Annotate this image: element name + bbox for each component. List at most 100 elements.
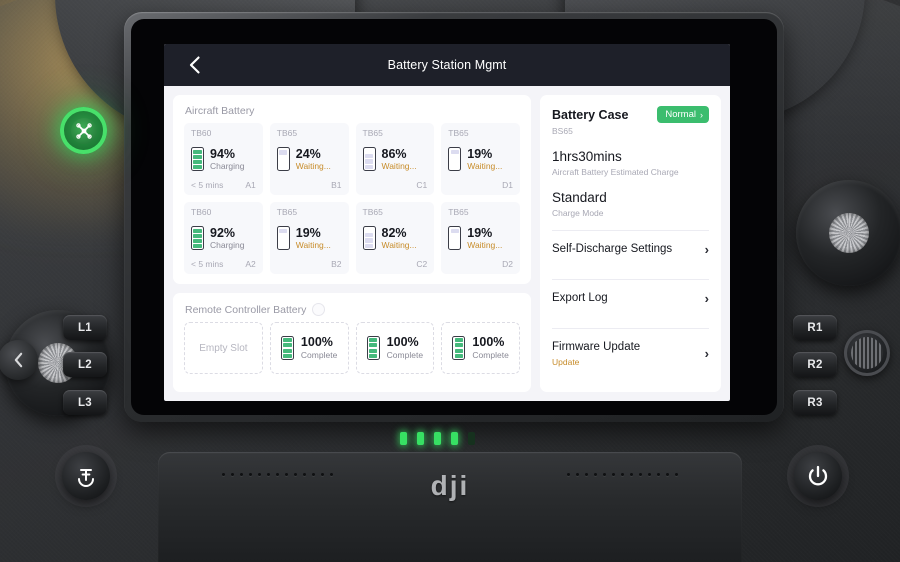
settings-row-label: Export Log	[552, 292, 608, 305]
rc-battery-card[interactable]: 100% Complete	[355, 322, 435, 374]
battery-segment	[283, 338, 292, 343]
page-title: Battery Station Mgmt	[387, 58, 507, 72]
battery-slot-id: B1	[331, 180, 342, 190]
battery-icon	[362, 226, 376, 251]
estimated-charge-caption: Aircraft Battery Estimated Charge	[552, 167, 679, 177]
rc-battery-state: Complete	[386, 349, 424, 360]
battery-segment	[364, 233, 374, 238]
battery-footer: D2	[448, 259, 513, 269]
battery-icon	[276, 147, 290, 172]
battery-footer: < 5 mins A2	[191, 259, 256, 269]
battery-info: 92% Charging	[210, 226, 245, 250]
button-l3[interactable]: L3	[63, 390, 107, 415]
scroll-dial[interactable]	[844, 330, 890, 376]
aircraft-battery-card[interactable]: TB65 19% Waiting... D2	[441, 202, 520, 274]
control-stick-right[interactable]	[796, 180, 900, 286]
remote-controller-battery-title: Remote Controller Battery	[173, 293, 531, 322]
charge-mode-block: Standard Charge Mode	[552, 190, 709, 218]
battery-icon	[362, 147, 376, 172]
empty-slot-label: Empty Slot	[199, 342, 248, 354]
battery-state: Waiting...	[381, 160, 417, 171]
chevron-right-icon: ›	[700, 109, 703, 120]
rc-empty-slot[interactable]: Empty Slot	[184, 322, 263, 374]
settings-row-text: Self-Discharge Settings	[552, 242, 672, 257]
aircraft-battery-grid: TB60 94% Charging < 5 mins A1 TB65 24% Waiting.…	[173, 123, 531, 274]
aircraft-battery-card[interactable]: TB65 86% Waiting... C1	[355, 123, 435, 195]
battery-segment	[193, 159, 202, 164]
led-indicator	[434, 432, 441, 445]
battery-segment	[283, 353, 292, 358]
rc-battery-percent: 100%	[386, 335, 419, 350]
battery-model: TB60	[191, 207, 212, 217]
rc-title-label: Remote Controller Battery	[185, 303, 307, 316]
battery-footer: B1	[277, 180, 342, 190]
battery-case-panel: Battery Case Normal › BS65 1hrs30mins Ai…	[540, 95, 721, 392]
button-r1[interactable]: R1	[793, 315, 837, 340]
battery-status-row: 86% Waiting...	[362, 146, 428, 172]
battery-segment	[283, 343, 292, 348]
battery-case-model: BS65	[552, 126, 573, 136]
battery-info: 86% Waiting...	[381, 146, 417, 171]
battery-percent: 86%	[381, 146, 407, 161]
battery-state: Charging	[210, 239, 245, 250]
battery-info: 82% Waiting...	[382, 226, 417, 250]
button-l1[interactable]: L1	[63, 315, 107, 340]
battery-segment	[454, 343, 464, 348]
battery-percent: 19%	[467, 146, 493, 161]
status-badge[interactable]: Normal ›	[657, 106, 709, 123]
led-indicator	[400, 432, 407, 445]
battery-percent: 19%	[467, 225, 493, 240]
battery-segment	[364, 159, 374, 164]
charge-mode-caption: Charge Mode	[552, 208, 604, 218]
aircraft-battery-card[interactable]: TB60 92% Charging < 5 mins A2	[184, 202, 263, 274]
rc-battery-card[interactable]: 100% Complete	[269, 322, 349, 374]
battery-state: Charging	[210, 160, 245, 171]
battery-slot-id: D1	[502, 180, 513, 190]
settings-row-label: Firmware Update	[552, 341, 641, 353]
aircraft-battery-card[interactable]: TB60 94% Charging < 5 mins A1	[184, 123, 263, 195]
led-indicator	[451, 432, 458, 445]
rc-battery-card[interactable]: 100% Complete	[441, 322, 520, 374]
battery-icon	[452, 336, 466, 360]
controller-bottom-panel	[158, 452, 742, 562]
battery-case-heading: Battery Case	[552, 107, 629, 122]
settings-row[interactable]: Firmware Update Update ›	[552, 329, 709, 377]
settings-row[interactable]: Self-Discharge Settings ›	[552, 231, 709, 267]
back-button[interactable]	[174, 44, 214, 86]
battery-percent: 94%	[210, 146, 236, 161]
button-r3[interactable]: R3	[793, 390, 837, 415]
battery-segment	[368, 348, 378, 353]
battery-segment	[193, 244, 202, 248]
settings-row[interactable]: Export Log ›	[552, 280, 709, 316]
battery-time-remaining: < 5 mins	[191, 259, 224, 269]
estimated-charge-value: 1hrs30mins	[552, 149, 622, 164]
button-l2[interactable]: L2	[63, 352, 107, 377]
battery-icon	[191, 147, 204, 172]
battery-segment	[193, 233, 202, 238]
battery-led-indicators	[400, 432, 475, 445]
status-badge-label: Normal	[665, 109, 696, 120]
aircraft-battery-card[interactable]: TB65 82% Waiting... C2	[355, 202, 435, 274]
battery-segment	[454, 338, 464, 343]
rc-battery-info: 100% Complete	[387, 336, 423, 359]
aircraft-battery-card[interactable]: TB65 24% Waiting... B1	[269, 123, 349, 195]
aircraft-battery-card[interactable]: TB65 19% Waiting... B2	[269, 202, 349, 274]
right-column: Battery Case Normal › BS65 1hrs30mins Ai…	[540, 95, 721, 392]
battery-percent: 19%	[295, 225, 321, 240]
battery-info: 19% Waiting...	[467, 146, 502, 171]
button-r2[interactable]: R2	[793, 352, 837, 377]
battery-percent: 24%	[295, 146, 321, 161]
chevron-right-icon: ›	[704, 242, 709, 257]
battery-icon	[276, 226, 290, 251]
battery-time-remaining: < 5 mins	[191, 180, 224, 190]
settings-row-list: Self-Discharge Settings › Export Log › Firmw…	[552, 218, 709, 377]
battery-segment	[454, 353, 464, 358]
battery-state: Waiting...	[295, 160, 331, 171]
battery-footer: C2	[363, 259, 427, 269]
dial-ribs	[851, 337, 883, 369]
battery-model: TB65	[276, 207, 298, 217]
aircraft-battery-card[interactable]: TB65 19% Waiting... D1	[441, 123, 520, 195]
led-indicator	[417, 432, 424, 445]
content-area: Aircraft Battery TB60 94% Charging < 5 mins…	[164, 86, 730, 401]
drone-power-button[interactable]	[60, 107, 107, 154]
